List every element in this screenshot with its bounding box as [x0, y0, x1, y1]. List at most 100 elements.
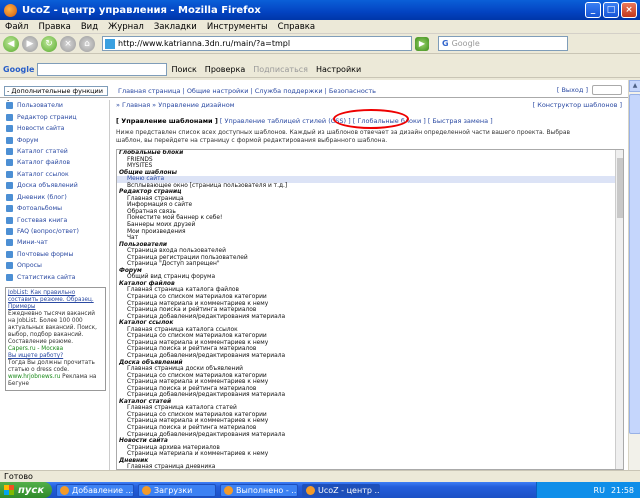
sidebar-item-forum[interactable]: Форум — [0, 134, 109, 145]
google-settings-button[interactable]: Настройки — [316, 65, 361, 74]
sidebar-item-minichat[interactable]: Мини-чат — [0, 237, 109, 248]
sidebar-label: Почтовые формы — [17, 250, 74, 258]
sidebar-item-board[interactable]: Доска объявлений — [0, 180, 109, 191]
sidebar-label: Каталог статей — [17, 147, 68, 155]
sidebar-label: Пользователи — [17, 102, 63, 110]
faq-icon — [6, 228, 13, 236]
task-icon — [60, 485, 69, 495]
sidebar: Пользователи Редактор страниц Новости са… — [0, 100, 110, 470]
design-tabs: [ Управление шаблонами ] [ Управление та… — [116, 117, 493, 125]
task-1[interactable]: Добавление ... — [56, 483, 134, 497]
stats-icon — [6, 273, 13, 281]
sidebar-item-photo[interactable]: Фотоальбомы — [0, 203, 109, 214]
google-toolbar-input[interactable] — [37, 63, 168, 76]
constructor-link[interactable]: [ Конструктор шаблонов ] — [533, 101, 622, 109]
ad-link-2[interactable]: Вы ищете работу? — [8, 353, 103, 360]
stop-button[interactable]: × — [60, 35, 76, 52]
system-tray: RU 21:58 — [536, 482, 640, 498]
google-search-icon: G — [442, 39, 449, 48]
page-scrollbar[interactable]: ▲ — [628, 80, 640, 470]
sidebar-item-articles[interactable]: Каталог статей — [0, 146, 109, 157]
menu-bookmarks[interactable]: Закладки — [149, 22, 202, 32]
google-toolbar: Google Поиск Проверка Подписаться Настро… — [0, 62, 640, 78]
page-description: Ниже представлен список всех доступных ш… — [116, 129, 571, 144]
language-indicator[interactable]: RU — [594, 486, 605, 495]
guestbook-icon — [6, 216, 13, 224]
tab-templates[interactable]: [ Управление шаблонами ] — [116, 117, 218, 125]
sidebar-label: Статистика сайта — [17, 273, 76, 281]
toggle-icon[interactable] — [592, 85, 622, 95]
sidebar-label: Фотоальбомы — [17, 205, 63, 213]
sidebar-label: Доска объявлений — [17, 182, 78, 190]
task-4[interactable]: UcoZ - центр ... — [302, 483, 380, 497]
sidebar-item-guestbook[interactable]: Гостевая книга — [0, 214, 109, 225]
scroll-thumb[interactable] — [629, 94, 640, 434]
task-3[interactable]: Выполнено - ... — [220, 483, 298, 497]
extra-functions-select[interactable]: - Дополнительные функции - — [4, 86, 108, 104]
sidebar-label: Каталог ссылок — [17, 170, 69, 178]
sidebar-item-users[interactable]: Пользователи — [0, 100, 109, 111]
close-button[interactable]: × — [621, 2, 637, 18]
exit-link[interactable]: [ Выход ] — [557, 86, 588, 94]
taskbar: пуск Добавление ... Загрузки Выполнено -… — [0, 482, 640, 498]
menu-history[interactable]: Журнал — [103, 22, 149, 32]
minimize-button[interactable]: _ — [585, 2, 601, 18]
google-check-button[interactable]: Проверка — [205, 65, 245, 74]
menu-view[interactable]: Вид — [76, 22, 103, 32]
google-search-button[interactable]: Поиск — [171, 65, 196, 74]
menu-bar: Файл Правка Вид Журнал Закладки Инструме… — [0, 20, 640, 34]
ad-source-1[interactable]: Capers.ru - Москва — [8, 346, 103, 353]
links-icon — [6, 170, 13, 178]
breadcrumb[interactable]: » Главная » Управление дизайном — [116, 101, 235, 109]
ad-text-2: Тогда Вы должны прочитать статью о dress… — [8, 360, 95, 373]
top-links[interactable]: Главная страница | Общие настройки | Слу… — [118, 86, 376, 96]
window-title: UcoZ - центр управления - Mozilla Firefo… — [22, 4, 261, 16]
url-field[interactable]: http://www.katrianna.3dn.ru/main/?a=tmpl — [102, 36, 412, 51]
template-list-thumb[interactable] — [617, 158, 623, 218]
start-button[interactable]: пуск — [0, 482, 52, 498]
sidebar-item-blog[interactable]: Дневник (блог) — [0, 192, 109, 203]
sidebar-label: Каталог файлов — [17, 159, 71, 167]
reload-button[interactable]: ↻ — [41, 35, 57, 52]
template-list-scrollbar[interactable] — [615, 150, 623, 469]
photo-icon — [6, 205, 13, 213]
sidebar-item-page-editor[interactable]: Редактор страниц — [0, 111, 109, 122]
menu-edit[interactable]: Правка — [33, 22, 75, 32]
task-icon — [224, 485, 233, 495]
sidebar-label: Редактор страниц — [17, 113, 77, 121]
menu-tools[interactable]: Инструменты — [202, 22, 273, 32]
home-button[interactable]: ⌂ — [79, 35, 95, 52]
template-list-body: Глобальные блоки FRIENDS MYSITES Общие шабл… — [117, 150, 623, 469]
sidebar-item-files[interactable]: Каталог файлов — [0, 157, 109, 168]
back-button[interactable]: ◀ — [3, 35, 19, 52]
sidebar-item-stats[interactable]: Статистика сайта — [0, 272, 109, 283]
page-editor-icon — [6, 113, 13, 121]
ad-source-2[interactable]: www.hrjobnews.ru — [8, 374, 60, 380]
menu-help[interactable]: Справка — [273, 22, 320, 32]
maximize-button[interactable]: □ — [603, 2, 619, 18]
task-2[interactable]: Загрузки — [138, 483, 216, 497]
ad-link-1[interactable]: JobList: Как правильно составить резюме.… — [8, 290, 103, 311]
users-icon — [6, 102, 13, 110]
sidebar-item-polls[interactable]: Опросы — [0, 260, 109, 271]
task-label: Выполнено - ... — [236, 485, 298, 495]
articles-icon — [6, 147, 13, 155]
windows-logo-icon — [4, 485, 14, 495]
scroll-up-icon[interactable]: ▲ — [629, 80, 640, 92]
task-icon — [306, 485, 315, 495]
sidebar-label: Гостевая книга — [17, 216, 68, 224]
sidebar-item-news[interactable]: Новости сайта — [0, 123, 109, 134]
task-label: Добавление ... — [72, 485, 134, 495]
search-field[interactable]: G Google — [438, 36, 568, 51]
template-list: Глобальные блоки FRIENDS MYSITES Общие шабл… — [116, 149, 624, 470]
forward-button[interactable]: ▶ — [22, 35, 38, 52]
menu-file[interactable]: Файл — [0, 22, 33, 32]
google-logo: Google — [3, 65, 35, 74]
sidebar-item-links[interactable]: Каталог ссылок — [0, 169, 109, 180]
sidebar-item-faq[interactable]: FAQ (вопрос/ответ) — [0, 226, 109, 237]
go-button[interactable]: ▶ — [415, 36, 429, 51]
google-subscribe-button[interactable]: Подписаться — [253, 65, 308, 74]
sidebar-item-mailforms[interactable]: Почтовые формы — [0, 249, 109, 260]
site-favicon-icon — [105, 38, 115, 49]
clock: 21:58 — [610, 485, 634, 495]
